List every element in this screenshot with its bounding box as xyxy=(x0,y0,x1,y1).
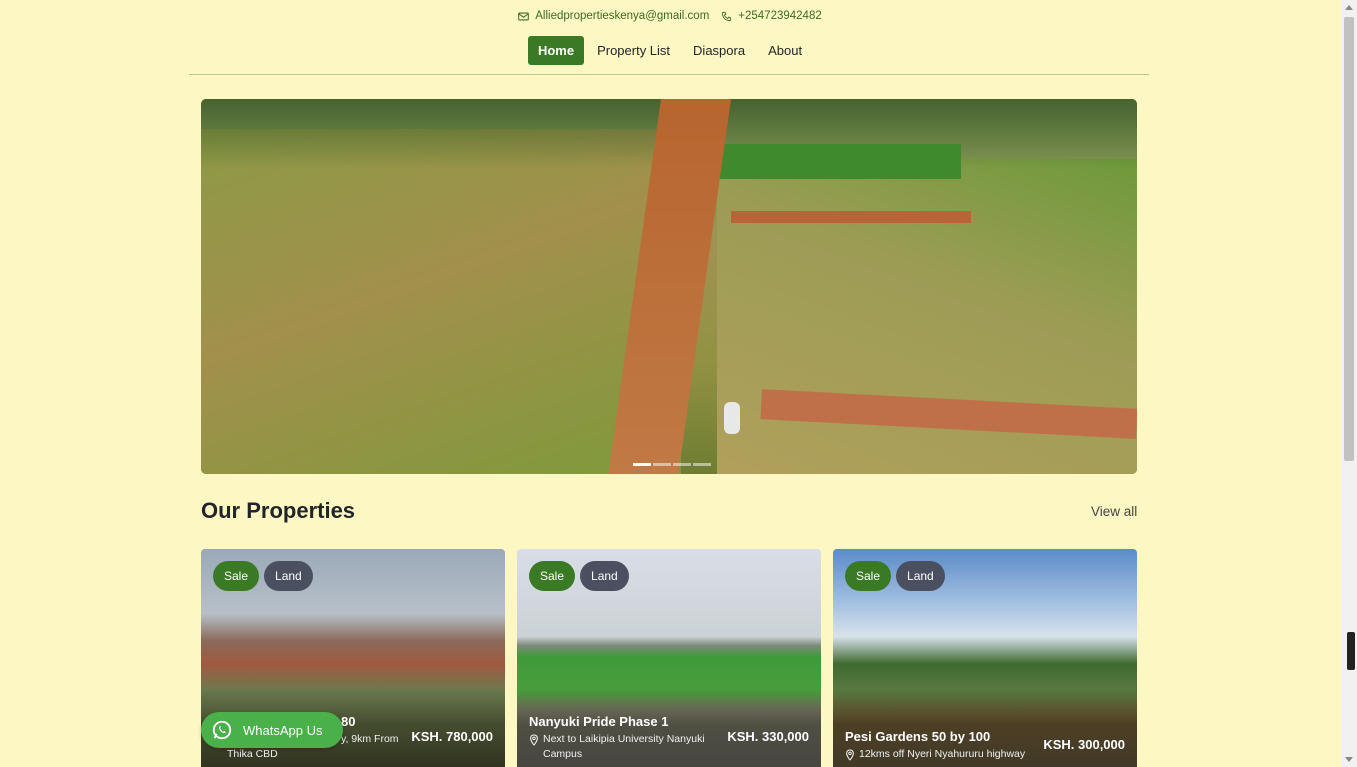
phone-text[interactable]: +254723942482 xyxy=(738,10,821,22)
property-title[interactable]: Pesi Gardens 50 by 100 xyxy=(845,729,990,744)
nav-property-list[interactable]: Property List xyxy=(587,36,680,65)
envelope-icon xyxy=(518,12,530,20)
section-title: Our Properties xyxy=(201,498,356,523)
whatsapp-label: WhatsApp Us xyxy=(243,722,323,738)
phone-contact[interactable]: +254723942482 xyxy=(721,10,822,22)
sale-badge: Sale xyxy=(845,561,892,591)
main-nav: Home Property List Diaspora About xyxy=(0,36,1340,65)
hero-carousel[interactable] xyxy=(201,99,1137,474)
property-price: KSH. 300,000 xyxy=(1043,737,1125,752)
carousel-indicator[interactable] xyxy=(693,463,711,466)
card-badges: Sale Land xyxy=(213,561,313,591)
property-title[interactable]: Nanyuki Pride Phase 1 xyxy=(529,714,668,729)
nav-home[interactable]: Home xyxy=(527,36,585,65)
card-badges: Sale Land xyxy=(529,561,629,591)
hero-image-crops xyxy=(701,144,961,179)
property-location: Next to Laikipia University Nanyuki Camp… xyxy=(529,732,705,762)
contact-bar: Alliedpropertieskenya@gmail.com +2547239… xyxy=(0,10,1340,22)
phone-icon xyxy=(722,11,732,21)
location-line: Campus xyxy=(543,748,583,760)
hero-image-road xyxy=(731,211,971,223)
carousel-indicators xyxy=(633,463,711,466)
property-title[interactable]: 80 xyxy=(341,714,355,729)
land-badge: Land xyxy=(896,561,945,591)
view-all-link[interactable]: View all xyxy=(1091,504,1137,519)
property-price: KSH. 780,000 xyxy=(411,729,493,744)
location-line: Thika CBD xyxy=(227,748,278,760)
hero-image-car xyxy=(724,402,740,434)
side-widget-tab[interactable] xyxy=(1347,632,1355,670)
nav-diaspora[interactable]: Diaspora xyxy=(683,36,755,65)
property-card[interactable]: Sale Land Pesi Gardens 50 by 100 12kms o… xyxy=(833,549,1137,767)
location-line: 12kms off Nyeri Nyahururu highway xyxy=(859,748,1026,760)
carousel-indicator[interactable] xyxy=(673,463,691,466)
email-text[interactable]: Alliedpropertieskenya@gmail.com xyxy=(535,10,709,22)
carousel-indicator[interactable] xyxy=(653,463,671,466)
hero-image-field xyxy=(201,129,681,474)
sale-badge: Sale xyxy=(529,561,576,591)
location-pin-icon xyxy=(846,749,854,761)
property-price: KSH. 330,000 xyxy=(727,729,809,744)
property-card[interactable]: Sale Land Nanyuki Pride Phase 1 Next to … xyxy=(517,549,821,767)
card-badges: Sale Land xyxy=(845,561,945,591)
location-line: Next to Laikipia University Nanyuki xyxy=(543,733,705,745)
property-location: 12kms off Nyeri Nyahururu highway xyxy=(845,747,1025,762)
location-pin-icon xyxy=(530,734,538,746)
email-contact[interactable]: Alliedpropertieskenya@gmail.com xyxy=(518,10,709,22)
scroll-down-arrow[interactable] xyxy=(1345,757,1353,762)
land-badge: Land xyxy=(580,561,629,591)
nav-about[interactable]: About xyxy=(758,36,812,65)
land-badge: Land xyxy=(264,561,313,591)
scroll-up-arrow[interactable] xyxy=(1345,5,1353,10)
sale-badge: Sale xyxy=(213,561,260,591)
whatsapp-button[interactable]: WhatsApp Us xyxy=(201,712,343,748)
whatsapp-icon xyxy=(212,720,232,740)
scrollbar-thumb[interactable] xyxy=(1344,17,1354,461)
header-divider xyxy=(189,74,1149,75)
carousel-indicator[interactable] xyxy=(633,463,651,466)
